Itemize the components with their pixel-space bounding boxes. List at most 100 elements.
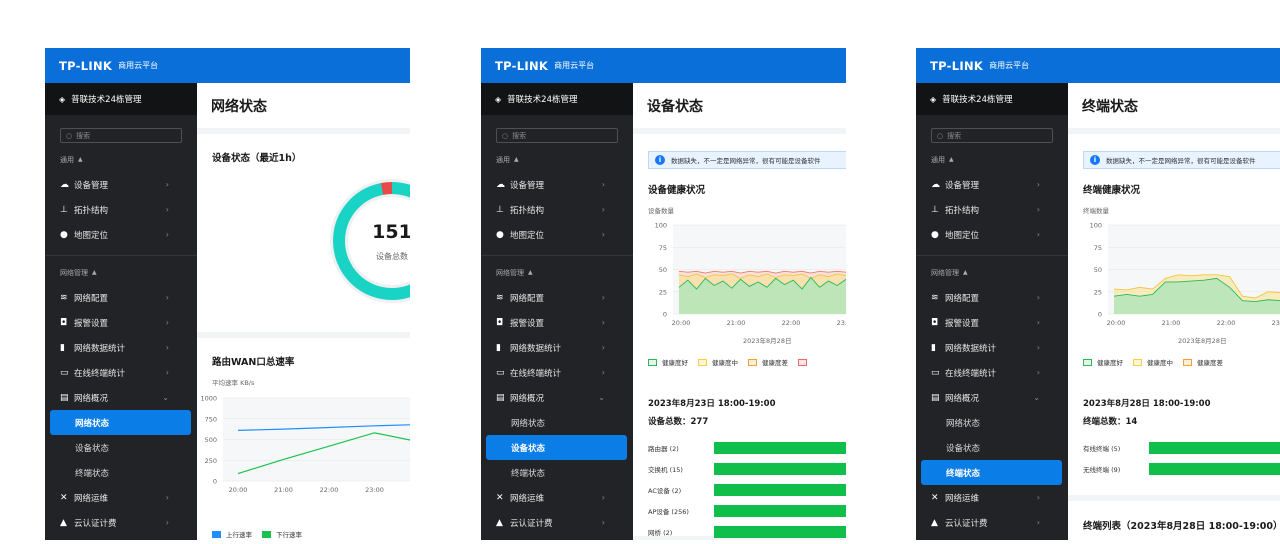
section-general[interactable]: 通用 ▲ [45,147,197,172]
x-tick-label: 23:00 [1272,319,1280,327]
sidebar-item-billing[interactable]: ▲ 云认证计费 › [916,510,1068,535]
section-general[interactable]: 通用 ▲ [481,147,633,172]
chevron-right-icon: › [601,343,605,352]
sidebar-item-label: 网络概况 [945,393,980,404]
sidebar-item-alarm[interactable]: ◘ 报警设置 › [916,310,1068,335]
sidebar-item-network-config[interactable]: ≋ 网络配置 › [916,285,1068,310]
brand-logo[interactable]: TP-LINK [930,59,983,73]
sidebar-item-stats[interactable]: ▮ 网络数据统计 › [481,335,633,360]
legend-item-extra[interactable] [798,357,812,367]
sidebar-item-stats[interactable]: ▮ 网络数据统计 › [45,335,197,360]
org-selector[interactable]: ◈ 普联技术24栋管理 [916,83,1068,115]
x-tick-label: 22:00 [782,319,801,327]
health-legend: 健康度好 健康度中 健康度差 [648,357,822,367]
panel-device-status: TP-LINK 商用云平台 ◈ 普联技术24栋管理 ○ 搜索 通用 ▲ ☁ 设备管理 › … [481,48,846,540]
sidebar-item-device-mgmt[interactable]: ☁ 设备管理 › [481,172,633,197]
page-title: 设备状态 [633,83,846,128]
sidebar-item-network-config[interactable]: ≋ 网络配置 › [45,285,197,310]
bar-chart-icon: ▮ [931,342,936,353]
search-input[interactable]: ○ 搜索 [496,128,618,143]
legend-item-good[interactable]: 健康度好 [1083,357,1123,367]
y-tick-label: 50 [1094,266,1102,274]
bar-fill [714,505,846,517]
sidebar-sub-network-status[interactable]: 网络状态 [50,410,191,435]
sidebar-item-online-terminals[interactable]: ▭ 在线终端统计 › [45,360,197,385]
section-general[interactable]: 通用 ▲ [916,147,1068,172]
search-icon: ○ [66,131,73,140]
sidebar-item-billing[interactable]: ▲ 云认证计费 › [45,510,197,535]
legend-item-medium[interactable]: 健康度中 [698,357,738,367]
section-network[interactable]: 网络管理 ▲ [916,260,1068,285]
sidebar-sub-terminal-status[interactable]: 终端状态 [45,460,197,485]
sidebar-sub-terminal-status[interactable]: 终端状态 [481,460,633,485]
legend-label-medium: 健康度中 [1147,359,1173,367]
sidebar-item-topology[interactable]: ⊥ 拓扑结构 › [45,197,197,222]
search-icon: ○ [937,131,944,140]
sidebar-item-device-mgmt[interactable]: ☁ 设备管理 › [916,172,1068,197]
sidebar-item-label: 设备管理 [945,180,980,191]
sidebar-item-stats[interactable]: ▮ 网络数据统计 › [916,335,1068,360]
legend-item-poor[interactable]: 健康度差 [1183,357,1223,367]
sidebar-item-billing[interactable]: ▲ 云认证计费 › [481,510,633,535]
sidebar-item-online-terminals[interactable]: ▭ 在线终端统计 › [481,360,633,385]
sidebar-item-topology[interactable]: ⊥ 拓扑结构 › [916,197,1068,222]
sidebar-item-network-config[interactable]: ≋ 网络配置 › [481,285,633,310]
wan-rate-title: 路由WAN口总速率 [212,357,295,368]
chevron-right-icon: › [1036,293,1040,302]
sidebar-item-map[interactable]: ● 地图定位 › [916,222,1068,247]
legend-item-medium[interactable]: 健康度中 [1133,357,1173,367]
sidebar-sub-device-status[interactable]: 设备状态 [45,435,197,460]
section-network[interactable]: 网络管理 ▲ [45,260,197,285]
org-selector[interactable]: ◈ 普联技术24栋管理 [481,83,633,115]
sidebar: ◈ 普联技术24栋管理 ○ 搜索 通用 ▲ ☁ 设备管理 › ⊥ 拓扑结构 › ● 地图定位 › … [45,83,197,540]
section-general-label: 通用 [931,155,945,164]
sidebar-sub-network-status[interactable]: 网络状态 [916,410,1068,435]
sidebar-sub-terminal-status[interactable]: 终端状态 [921,460,1062,485]
sidebar-item-topology[interactable]: ⊥ 拓扑结构 › [481,197,633,222]
legend-item-up[interactable]: 上行速率 [212,529,252,539]
brand-logo[interactable]: TP-LINK [495,59,548,73]
bar-label: AP设备 (256) [648,508,689,516]
x-axis-date: 2023年8月28日 [743,337,792,345]
chevron-right-icon: › [1036,318,1040,327]
legend-item-down[interactable]: 下行速率 [262,529,302,539]
sidebar-sub-network-status[interactable]: 网络状态 [481,410,633,435]
sidebar-item-map[interactable]: ● 地图定位 › [45,222,197,247]
sidebar-item-online-terminals[interactable]: ▭ 在线终端统计 › [916,360,1068,385]
device-health-area-chart: 0 25 50 75 100 20:00 21:00 22:00 23:00 [655,222,846,327]
legend-label-up: 上行速率 [226,531,252,539]
x-axis-date: 2023年8月28日 [1178,337,1227,345]
sidebar-item-map[interactable]: ● 地图定位 › [481,222,633,247]
sidebar-item-ops[interactable]: ✕ 网络运维 › [45,485,197,510]
search-input[interactable]: ○ 搜索 [931,128,1053,143]
sidebar-item-overview[interactable]: ▤ 网络概况 ⌄ [45,385,197,410]
chevron-right-icon: › [165,230,169,239]
terminal-list-title: 终端列表（2023年8月28日 18:00-19:00） [1083,521,1280,532]
sidebar-item-alarm[interactable]: ◘ 报警设置 › [481,310,633,335]
legend-item-poor[interactable]: 健康度差 [748,357,788,367]
bar-fill [714,463,846,475]
sidebar-item-device-mgmt[interactable]: ☁ 设备管理 › [45,172,197,197]
y-tick-label: 250 [205,457,217,465]
brand-logo[interactable]: TP-LINK [59,59,112,73]
stats-period: 2023年8月23日 18:00-19:00 [648,399,776,409]
caret-up-icon: ▲ [528,269,533,276]
org-selector[interactable]: ◈ 普联技术24栋管理 [45,83,197,115]
sidebar-sub-device-status[interactable]: 设备状态 [916,435,1068,460]
legend-item-good[interactable]: 健康度好 [648,357,688,367]
search-input[interactable]: ○ 搜索 [60,128,182,143]
sidebar-item-ops[interactable]: ✕ 网络运维 › [916,485,1068,510]
chevron-right-icon: › [601,293,605,302]
sidebar-sub-device-status[interactable]: 设备状态 [486,435,627,460]
sidebar-item-label: 设备管理 [74,180,109,191]
layers-icon: ◈ [495,94,502,104]
sidebar-item-overview[interactable]: ▤ 网络概况 ⌄ [481,385,633,410]
health-legend: 健康度好 健康度中 健康度差 [1083,357,1233,367]
sidebar-item-overview[interactable]: ▤ 网络概况 ⌄ [916,385,1068,410]
chevron-right-icon: › [601,518,605,527]
main-content: 网络状态 设备状态（最近1h） 151 设备总数 路由WAN口总速率 平均速率 … [197,83,410,540]
sidebar-item-ops[interactable]: ✕ 网络运维 › [481,485,633,510]
section-network[interactable]: 网络管理 ▲ [481,260,633,285]
chevron-down-icon: ⌄ [1033,393,1040,402]
sidebar-item-alarm[interactable]: ◘ 报警设置 › [45,310,197,335]
